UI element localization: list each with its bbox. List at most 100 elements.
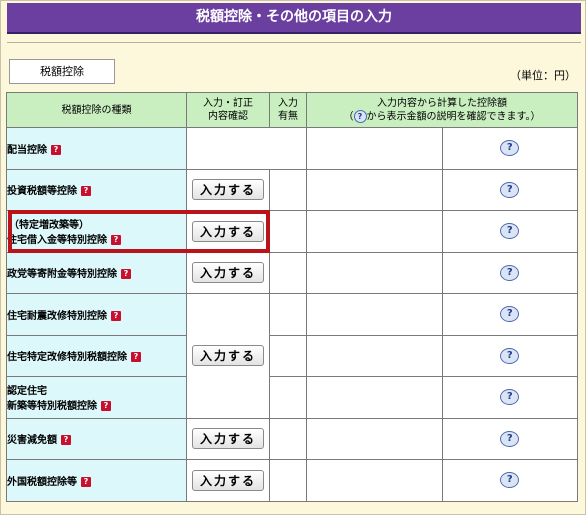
flag-cell — [269, 168, 307, 211]
page-title: 税額控除・その他の項目の入力 — [7, 3, 581, 34]
question-icon[interactable]: ? — [81, 476, 91, 487]
question-icon[interactable]: ? — [111, 310, 121, 321]
row-label-text: 投資税額等控除 — [7, 186, 77, 198]
row-label-text: 配当控除 — [7, 144, 47, 156]
row-label-line1: （特定増改築等） — [9, 220, 89, 232]
table-row: 住宅特定改修特別税額控除? ? — [6, 334, 578, 377]
help-cell: ? — [441, 417, 578, 460]
row-label-text: 災害減免額 — [7, 435, 57, 447]
row-label-line2: 住宅借入金等特別控除 — [7, 235, 107, 247]
row-label-text: 外国税額控除等 — [7, 476, 77, 488]
help-icon[interactable]: ? — [500, 181, 520, 198]
flag-cell — [269, 334, 307, 377]
header-amount-line1: 入力内容から計算した控除額 — [377, 97, 507, 109]
help-cell: ? — [441, 376, 578, 419]
input-cell: 入力する — [186, 293, 270, 419]
question-icon[interactable]: ? — [131, 352, 141, 363]
unit-label: （単位：円） — [510, 69, 576, 82]
input-button[interactable]: 入力する — [192, 262, 264, 284]
row-label: 住宅特定改修特別税額控除? — [6, 334, 187, 377]
help-icon[interactable]: ? — [500, 430, 520, 447]
row-label: 配当控除? — [6, 127, 187, 170]
input-cell: 入力する — [186, 210, 270, 253]
table-row: 災害減免額? 入力する ? — [6, 417, 578, 460]
row-label: 外国税額控除等? — [6, 459, 187, 502]
amount-cell — [306, 293, 443, 336]
help-icon[interactable]: ? — [500, 264, 520, 281]
empty-cell — [186, 127, 307, 170]
flag-cell — [269, 293, 307, 336]
header-input: 入力・訂正 内容確認 — [186, 92, 270, 128]
help-icon[interactable]: ? — [500, 472, 520, 489]
question-icon[interactable]: ? — [111, 235, 121, 246]
amount-cell — [306, 417, 443, 460]
row-label: 災害減免額? — [6, 417, 187, 460]
amount-cell — [306, 210, 443, 253]
header-flag: 入力 有無 — [269, 92, 307, 128]
header-flag-line2: 有無 — [278, 111, 298, 122]
amount-cell — [306, 376, 443, 419]
question-icon[interactable]: ? — [51, 144, 61, 155]
help-icon[interactable]: ? — [500, 140, 520, 157]
row-label-text: 政党等寄附金等特別控除 — [7, 269, 117, 281]
row-label: 認定住宅 新築等特別税額控除? — [6, 376, 187, 419]
help-cell: ? — [441, 293, 578, 336]
help-icon[interactable]: ? — [500, 347, 520, 364]
header-amount-post: から表示金額の説明を確認できます。） — [366, 111, 541, 123]
table-row: 配当控除? ? — [6, 127, 578, 170]
row-label: 投資税額等控除? — [6, 168, 187, 211]
flag-cell — [269, 376, 307, 419]
input-button[interactable]: 入力する — [192, 469, 264, 491]
table-row: 政党等寄附金等特別控除? 入力する ? — [6, 251, 578, 294]
flag-cell — [269, 251, 307, 294]
amount-cell — [306, 168, 443, 211]
input-cell: 入力する — [186, 168, 270, 211]
row-label-line2: 新築等特別税額控除 — [7, 401, 97, 413]
input-button[interactable]: 入力する — [192, 220, 264, 242]
flag-cell — [269, 210, 307, 253]
help-cell: ? — [441, 168, 578, 211]
amount-cell — [306, 127, 443, 170]
row-label-line1: 認定住宅 — [7, 386, 47, 398]
help-cell: ? — [441, 459, 578, 502]
table-row: （特定増改築等） 住宅借入金等特別控除? 入力する ? — [6, 210, 578, 253]
input-button[interactable]: 入力する — [192, 428, 264, 450]
question-icon[interactable]: ? — [81, 186, 91, 197]
help-icon[interactable]: ? — [500, 223, 520, 240]
input-cell: 入力する — [186, 417, 270, 460]
table-row: 認定住宅 新築等特別税額控除? ? — [6, 376, 578, 419]
amount-cell — [306, 459, 443, 502]
flag-cell — [269, 417, 307, 460]
help-cell: ? — [441, 127, 578, 170]
row-label-text: 住宅耐震改修特別控除 — [7, 310, 107, 322]
header-input-line2: 内容確認 — [208, 111, 248, 122]
amount-cell — [306, 334, 443, 377]
question-icon[interactable]: ? — [121, 269, 131, 280]
help-icon[interactable]: ? — [500, 389, 520, 406]
row-label-text: 住宅特定改修特別税額控除 — [7, 352, 127, 364]
table-row: 投資税額等控除? 入力する ? — [6, 168, 578, 211]
header-amount: 入力内容から計算した控除額 （? から表示金額の説明を確認できます。） — [306, 92, 578, 128]
row-label: 住宅耐震改修特別控除? — [6, 293, 187, 336]
help-cell: ? — [441, 210, 578, 253]
question-icon[interactable]: ? — [101, 401, 111, 412]
tax-credit-table: 税額控除の種類 入力・訂正 内容確認 入力 有無 入力内容から計算した控除額 （… — [6, 92, 578, 502]
divider — [7, 42, 581, 43]
header-input-line1: 入力・訂正 — [203, 98, 253, 109]
header-flag-line1: 入力 — [278, 98, 298, 109]
header-amount-pre: （ — [343, 111, 354, 123]
amount-cell — [306, 251, 443, 294]
table-row: 外国税額控除等? 入力する ? — [6, 459, 578, 502]
row-label: 政党等寄附金等特別控除? — [6, 251, 187, 294]
input-button[interactable]: 入力する — [192, 179, 264, 201]
input-button[interactable]: 入力する — [192, 345, 264, 367]
input-cell: 入力する — [186, 459, 270, 502]
flag-cell — [269, 459, 307, 502]
help-cell: ? — [441, 251, 578, 294]
question-icon[interactable]: ? — [61, 435, 71, 446]
table-row: 住宅耐震改修特別控除? 入力する ? — [6, 293, 578, 419]
help-icon[interactable]: ? — [500, 306, 520, 323]
help-icon: ? — [353, 109, 367, 123]
input-cell: 入力する — [186, 251, 270, 294]
row-label: （特定増改築等） 住宅借入金等特別控除? — [6, 210, 187, 253]
